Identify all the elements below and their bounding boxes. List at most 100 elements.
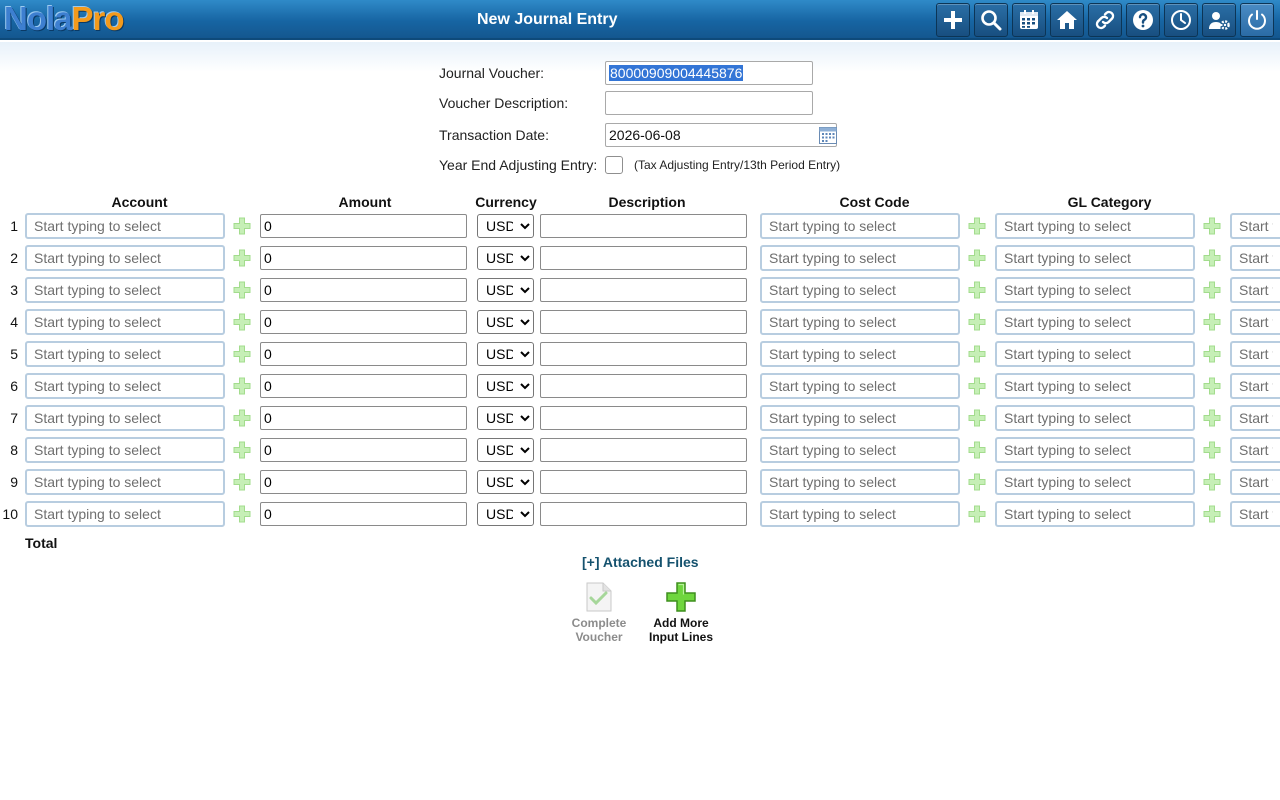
gl-category-input[interactable] (995, 469, 1195, 495)
extra-column-input[interactable] (1230, 405, 1280, 431)
currency-select[interactable]: USD (477, 278, 534, 302)
currency-select[interactable]: USD (477, 470, 534, 494)
add-button[interactable] (936, 3, 970, 37)
extra-column-input[interactable] (1230, 309, 1280, 335)
gl-category-input[interactable] (995, 309, 1195, 335)
add-account-icon[interactable] (233, 441, 251, 459)
add-gl-category-icon[interactable] (1203, 473, 1221, 491)
currency-select[interactable]: USD (477, 246, 534, 270)
search-button[interactable] (974, 3, 1008, 37)
add-cost-code-icon[interactable] (968, 249, 986, 267)
add-cost-code-icon[interactable] (968, 217, 986, 235)
amount-input[interactable] (260, 310, 467, 334)
extra-column-input[interactable] (1230, 213, 1280, 239)
cost-code-input[interactable] (760, 341, 960, 367)
extra-column-input[interactable] (1230, 341, 1280, 367)
currency-select[interactable]: USD (477, 438, 534, 462)
add-gl-category-icon[interactable] (1203, 505, 1221, 523)
add-gl-category-icon[interactable] (1203, 441, 1221, 459)
amount-input[interactable] (260, 470, 467, 494)
extra-column-input[interactable] (1230, 501, 1280, 527)
amount-input[interactable] (260, 278, 467, 302)
transaction-date-input[interactable] (605, 123, 837, 147)
gl-category-input[interactable] (995, 245, 1195, 271)
add-cost-code-icon[interactable] (968, 281, 986, 299)
account-input[interactable] (25, 373, 225, 399)
date-picker-icon[interactable] (819, 126, 837, 144)
description-input[interactable] (540, 214, 747, 238)
gl-category-input[interactable] (995, 341, 1195, 367)
extra-column-input[interactable] (1230, 277, 1280, 303)
add-gl-category-icon[interactable] (1203, 249, 1221, 267)
journal-voucher-input[interactable]: 80000909004445876 (605, 61, 813, 85)
logout-button[interactable] (1240, 3, 1274, 37)
amount-input[interactable] (260, 438, 467, 462)
add-account-icon[interactable] (233, 505, 251, 523)
extra-column-input[interactable] (1230, 373, 1280, 399)
add-gl-category-icon[interactable] (1203, 281, 1221, 299)
amount-input[interactable] (260, 342, 467, 366)
add-more-lines-button[interactable]: Add More Input Lines (636, 582, 726, 644)
cost-code-input[interactable] (760, 213, 960, 239)
links-button[interactable] (1088, 3, 1122, 37)
currency-select[interactable]: USD (477, 310, 534, 334)
description-input[interactable] (540, 246, 747, 270)
add-gl-category-icon[interactable] (1203, 345, 1221, 363)
add-gl-category-icon[interactable] (1203, 377, 1221, 395)
add-gl-category-icon[interactable] (1203, 217, 1221, 235)
complete-voucher-button[interactable]: Complete Voucher (554, 582, 644, 644)
cost-code-input[interactable] (760, 501, 960, 527)
description-input[interactable] (540, 342, 747, 366)
extra-column-input[interactable] (1230, 469, 1280, 495)
amount-input[interactable] (260, 374, 467, 398)
add-account-icon[interactable] (233, 473, 251, 491)
account-input[interactable] (25, 437, 225, 463)
currency-select[interactable]: USD (477, 374, 534, 398)
cost-code-input[interactable] (760, 373, 960, 399)
add-cost-code-icon[interactable] (968, 409, 986, 427)
amount-input[interactable] (260, 502, 467, 526)
cost-code-input[interactable] (760, 309, 960, 335)
add-cost-code-icon[interactable] (968, 473, 986, 491)
description-input[interactable] (540, 310, 747, 334)
description-input[interactable] (540, 502, 747, 526)
add-cost-code-icon[interactable] (968, 377, 986, 395)
currency-select[interactable]: USD (477, 214, 534, 238)
description-input[interactable] (540, 406, 747, 430)
year-end-checkbox[interactable] (605, 156, 623, 174)
calendar-button[interactable] (1012, 3, 1046, 37)
description-input[interactable] (540, 278, 747, 302)
cost-code-input[interactable] (760, 469, 960, 495)
description-input[interactable] (540, 438, 747, 462)
account-input[interactable] (25, 245, 225, 271)
cost-code-input[interactable] (760, 277, 960, 303)
help-button[interactable] (1126, 3, 1160, 37)
add-cost-code-icon[interactable] (968, 345, 986, 363)
account-input[interactable] (25, 309, 225, 335)
amount-input[interactable] (260, 406, 467, 430)
add-gl-category-icon[interactable] (1203, 313, 1221, 331)
gl-category-input[interactable] (995, 277, 1195, 303)
currency-select[interactable]: USD (477, 406, 534, 430)
gl-category-input[interactable] (995, 437, 1195, 463)
attached-files-link[interactable]: [+] Attached Files (582, 554, 699, 570)
cost-code-input[interactable] (760, 245, 960, 271)
gl-category-input[interactable] (995, 213, 1195, 239)
add-account-icon[interactable] (233, 377, 251, 395)
nolapro-logo[interactable]: NolaPro (4, 0, 125, 38)
description-input[interactable] (540, 374, 747, 398)
add-cost-code-icon[interactable] (968, 313, 986, 331)
add-account-icon[interactable] (233, 409, 251, 427)
gl-category-input[interactable] (995, 405, 1195, 431)
account-input[interactable] (25, 405, 225, 431)
add-gl-category-icon[interactable] (1203, 409, 1221, 427)
add-cost-code-icon[interactable] (968, 441, 986, 459)
home-button[interactable] (1050, 3, 1084, 37)
amount-input[interactable] (260, 246, 467, 270)
voucher-description-input[interactable] (605, 91, 813, 115)
extra-column-input[interactable] (1230, 245, 1280, 271)
account-input[interactable] (25, 341, 225, 367)
currency-select[interactable]: USD (477, 502, 534, 526)
description-input[interactable] (540, 470, 747, 494)
gl-category-input[interactable] (995, 501, 1195, 527)
